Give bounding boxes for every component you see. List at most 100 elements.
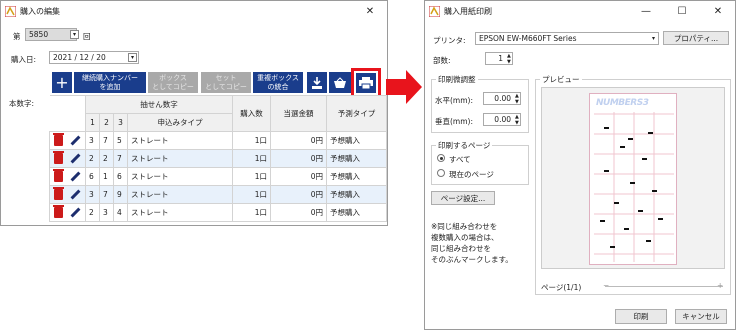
shop-button[interactable] [329,72,351,93]
delete-icon[interactable] [52,151,64,164]
cell-qty: 1口 [232,185,271,204]
window-title: 購入の編集 [20,6,60,16]
page-indicator: ページ(1/1) [541,283,582,292]
table-header-row: 抽せん数字 購入数 当選金額 予測タイプ [49,95,387,132]
delete-icon[interactable] [52,187,64,200]
download-csv-button[interactable] [307,72,327,93]
print-button[interactable] [356,73,376,93]
preview-label: プレビュー [540,74,582,85]
cell-qty: 1口 [232,203,271,222]
cell-prize: 0円 [270,203,327,222]
printer-select[interactable]: EPSON EW-M660FT Series [475,32,659,45]
printer-label: プリンタ: [433,36,466,45]
header-numbers: 抽せん数字 [85,95,233,114]
merge-duplicate-box-label: 重複ボックス の統合 [257,73,299,91]
app-icon [4,5,17,17]
cell-pred: 予想購入 [326,185,387,204]
table-row[interactable]: 2 2 7 ストレート 1口 0円 予想購入 [49,149,387,168]
edit-icon[interactable] [70,189,81,200]
header-col-3: 3 [113,113,128,132]
row-actions [49,185,86,204]
properties-button[interactable]: プロパティ... [663,31,729,45]
cell-n1: 2 [85,149,100,168]
edit-icon[interactable] [70,153,81,164]
cell-pred: 予想購入 [326,167,387,186]
cell-qty: 1口 [232,149,271,168]
calendar-dropdown-icon[interactable]: ▾ [128,53,137,62]
table-row[interactable]: 6 1 6 ストレート 1口 0円 予想購入 [49,167,387,186]
delete-icon[interactable] [52,205,64,218]
edit-icon[interactable] [70,135,81,146]
zoom-minus-icon[interactable]: − [603,281,609,290]
add-continue-number-label: 継続購入ナンバー を追加 [82,73,138,91]
cell-n1: 3 [85,131,100,150]
page-setup-label: ページ設定... [440,193,486,203]
print-button[interactable]: 印刷 [615,309,667,324]
cell-n3: 6 [113,167,128,186]
cell-n3: 7 [113,149,128,168]
purchase-table: 抽せん数字 購入数 当選金額 予測タイプ 1 2 3 申込みタイプ 3 7 5 … [49,95,387,222]
add-button[interactable]: + [52,72,72,93]
cell-type: ストレート [127,185,233,204]
blank-header [49,95,86,132]
header-prize: 当選金額 [270,95,327,132]
maximize-button[interactable]: ☐ [667,1,697,21]
cell-type: ストレート [127,131,233,150]
date-picker[interactable]: 2021 / 12 / 20 [49,51,139,64]
cell-n1: 3 [85,185,100,204]
copies-label: 部数: [433,56,451,65]
vertical-value: 0.00 [494,115,511,124]
edit-icon[interactable] [70,171,81,182]
cell-prize: 0円 [270,131,327,150]
chevron-down-icon[interactable]: ▾ [649,34,658,43]
merge-duplicate-box-button[interactable]: 重複ボックス の統合 [253,72,303,93]
cell-n2: 3 [99,203,114,222]
horizontal-stepper[interactable]: ▲ ▼ [515,93,519,105]
close-button[interactable]: ✕ [703,1,733,21]
delete-icon[interactable] [52,133,64,146]
properties-label: プロパティ... [673,33,719,43]
printer-icon [359,77,373,89]
cell-n1: 2 [85,203,100,222]
cancel-button[interactable]: キャンセル [675,309,727,324]
copies-stepper[interactable]: ▲ ▼ [507,53,511,65]
note-text: ※同じ組み合わせを 複数購入の場合は、 同じ組み合わせを そのぶんマークします。 [431,222,513,264]
cell-n1: 6 [85,167,100,186]
add-continue-number-button[interactable]: 継続購入ナンバー を追加 [74,72,146,93]
row-actions [49,149,86,168]
row-actions [49,167,86,186]
adjust-label: 印刷微調整 [436,74,478,85]
radio-current-label: 現在のページ [449,170,494,179]
delete-icon[interactable] [52,169,64,182]
table-row[interactable]: 3 7 5 ストレート 1口 0円 予想購入 [49,131,387,150]
cell-prize: 0円 [270,149,327,168]
close-button[interactable]: ✕ [355,1,385,21]
copy-as-set-button[interactable]: セット としてコピー [201,72,251,93]
copy-as-box-button[interactable]: ボックス としてコピー [148,72,198,93]
count-label: 本数字: [9,99,35,108]
table-row[interactable]: 3 7 9 ストレート 1口 0円 予想購入 [49,185,387,204]
window-title: 購入用紙印刷 [444,6,492,16]
cell-n2: 2 [99,149,114,168]
header-type: 申込みタイプ [127,113,233,132]
horizontal-value: 0.00 [494,94,511,103]
edit-purchase-window: 購入の編集 ✕ 第 5850 ▾ 回 購入日: 2021 / 12 / 20 ▾… [0,0,388,226]
edit-icon[interactable] [70,207,81,218]
arrow-icon [386,70,422,104]
radio-all[interactable] [437,154,445,162]
cell-pred: 予想購入 [326,149,387,168]
pages-label: 印刷するページ [436,140,493,151]
table-row[interactable]: 2 3 4 ストレート 1口 0円 予想購入 [49,203,387,222]
zoom-plus-icon[interactable]: + [717,281,723,290]
radio-current[interactable] [437,169,445,177]
cell-n2: 7 [99,185,114,204]
plus-icon: + [55,73,69,92]
print-window: 購入用紙印刷 — ☐ ✕ プリンタ: EPSON EW-M660FT Serie… [424,0,736,330]
minimize-button[interactable]: — [631,1,661,21]
round-dropdown[interactable]: ▾ [70,30,79,39]
cell-n3: 9 [113,185,128,204]
vertical-stepper[interactable]: ▲ ▼ [515,114,519,126]
page-setup-button[interactable]: ページ設定... [431,191,495,205]
app-icon [428,5,441,17]
zoom-slider[interactable] [605,286,723,287]
